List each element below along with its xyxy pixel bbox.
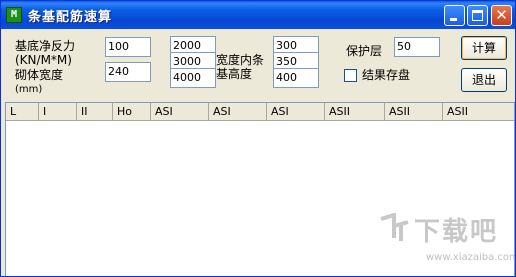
- column-header-asi-2[interactable]: ASI: [209, 103, 267, 120]
- minimize-icon: [450, 18, 457, 21]
- table-header: L I II Ho ASI ASI ASI ASII ASII ASII: [6, 103, 514, 121]
- width-height-label: 宽度内条: [216, 53, 265, 67]
- column-header-asii-3[interactable]: ASII: [443, 103, 514, 120]
- watermark-brand: 下载吧: [414, 217, 499, 247]
- maximize-button[interactable]: [467, 5, 488, 26]
- watermark-logo-icon: [380, 213, 409, 241]
- column-header-asii-1[interactable]: ASII: [325, 103, 385, 120]
- exit-button[interactable]: 退出: [461, 68, 507, 92]
- width-height-label-2: 基高度: [216, 67, 253, 81]
- base-reaction-input[interactable]: 100: [105, 37, 151, 57]
- maximize-icon: [472, 10, 483, 21]
- save-result-label: 结果存盘: [362, 68, 411, 82]
- column-header-asi-3[interactable]: ASI: [267, 103, 325, 120]
- masonry-width-unit: (mm): [15, 84, 43, 95]
- title-bar[interactable]: M 条基配筋速算 ✕: [1, 1, 515, 29]
- masonry-width-label: 砌体宽度: [15, 68, 64, 82]
- main-window: M 条基配筋速算 ✕ 基底净反力 (KN/M*M) 100 砌体宽度 (mm) …: [0, 0, 516, 277]
- width-input-3[interactable]: 4000: [170, 68, 216, 88]
- masonry-width-input[interactable]: 240: [105, 62, 151, 82]
- save-result-checkbox[interactable]: [344, 69, 357, 82]
- column-header-ho[interactable]: Ho: [113, 103, 151, 120]
- column-header-ii[interactable]: II: [77, 103, 113, 120]
- close-icon: ✕: [495, 6, 508, 24]
- results-table[interactable]: L I II Ho ASI ASI ASI ASII ASII ASII 下载吧…: [5, 102, 515, 276]
- window-title: 条基配筋速算: [28, 10, 113, 25]
- column-header-asi-1[interactable]: ASI: [151, 103, 209, 120]
- cover-input[interactable]: 50: [394, 37, 440, 57]
- column-header-asii-2[interactable]: ASII: [385, 103, 443, 120]
- column-header-l[interactable]: L: [6, 103, 39, 120]
- app-icon: M: [6, 7, 22, 23]
- watermark-url: www.xiazaiba.com: [426, 252, 515, 263]
- minimize-button[interactable]: [444, 5, 465, 26]
- height-input-3[interactable]: 400: [273, 68, 319, 88]
- calculate-button[interactable]: 计算: [461, 36, 507, 60]
- base-reaction-label: 基底净反力: [15, 39, 76, 53]
- close-button[interactable]: ✕: [491, 5, 512, 26]
- column-header-i[interactable]: I: [39, 103, 77, 120]
- cover-label: 保护层: [346, 44, 383, 58]
- base-reaction-unit: (KN/M*M): [15, 53, 72, 67]
